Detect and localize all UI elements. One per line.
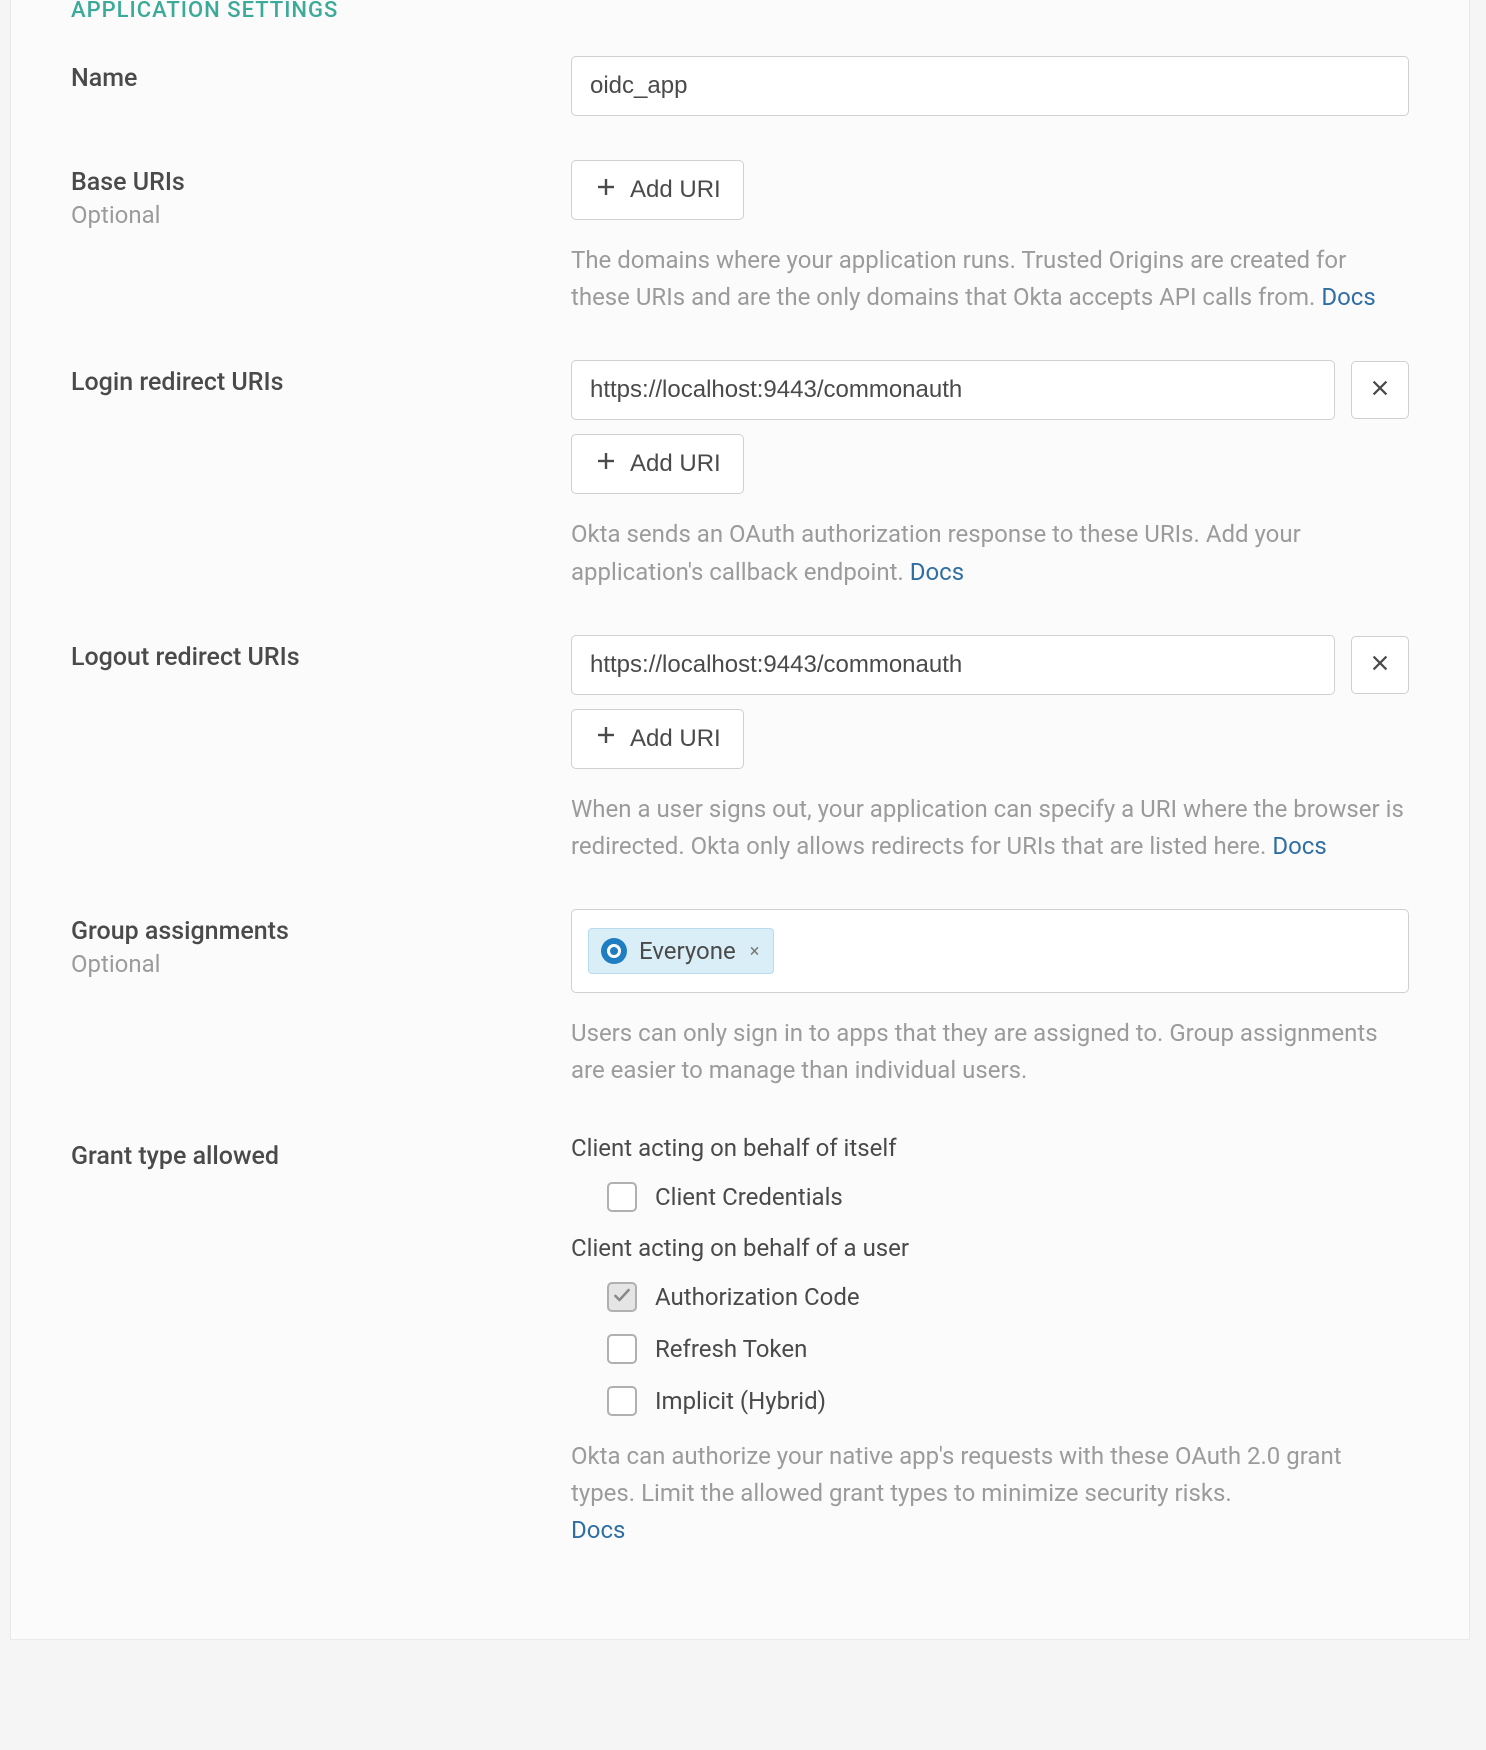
label-base-uris: Base URIs bbox=[71, 168, 571, 197]
logout-redirect-uri-row bbox=[571, 635, 1409, 695]
section-title: APPLICATION SETTINGS bbox=[71, 0, 1409, 22]
login-redirect-uri-row bbox=[571, 360, 1409, 420]
plus-icon bbox=[594, 723, 618, 754]
help-logout-redirect: When a user signs out, your application … bbox=[571, 791, 1409, 865]
name-input[interactable] bbox=[571, 56, 1409, 116]
row-grant-type: Grant type allowed Client acting on beha… bbox=[71, 1134, 1409, 1550]
row-name: Name bbox=[71, 56, 1409, 116]
check-row-implicit: Implicit (Hybrid) bbox=[607, 1386, 1409, 1416]
label-client-credentials: Client Credentials bbox=[655, 1183, 843, 1211]
group-icon bbox=[601, 938, 627, 964]
label-grant-type: Grant type allowed bbox=[71, 1142, 571, 1171]
check-row-refresh-token: Refresh Token bbox=[607, 1334, 1409, 1364]
close-icon bbox=[1369, 377, 1391, 403]
help-base-uris: The domains where your application runs.… bbox=[571, 242, 1409, 316]
label-optional: Optional bbox=[71, 201, 571, 229]
row-login-redirect: Login redirect URIs Add URI Okta sends a… bbox=[71, 360, 1409, 590]
plus-icon bbox=[594, 175, 618, 206]
login-redirect-uri-input[interactable] bbox=[571, 360, 1335, 420]
plus-icon bbox=[594, 449, 618, 480]
docs-link[interactable]: Docs bbox=[910, 558, 964, 586]
grant-self-heading: Client acting on behalf of itself bbox=[571, 1134, 1409, 1162]
help-group-assignments: Users can only sign in to apps that they… bbox=[571, 1015, 1409, 1089]
help-grant-types: Okta can authorize your native app's req… bbox=[571, 1438, 1409, 1550]
close-icon bbox=[1369, 652, 1391, 678]
docs-link[interactable]: Docs bbox=[1272, 832, 1326, 860]
group-tag-everyone: Everyone × bbox=[588, 928, 774, 974]
docs-link[interactable]: Docs bbox=[1321, 283, 1375, 311]
logout-redirect-uri-input[interactable] bbox=[571, 635, 1335, 695]
docs-link[interactable]: Docs bbox=[571, 1516, 625, 1544]
remove-logout-uri-button[interactable] bbox=[1351, 636, 1409, 694]
add-base-uri-button[interactable]: Add URI bbox=[571, 160, 744, 220]
application-settings-panel: APPLICATION SETTINGS Name Base URIs Opti… bbox=[10, 0, 1470, 1640]
add-logout-uri-button[interactable]: Add URI bbox=[571, 709, 744, 769]
label-optional: Optional bbox=[71, 950, 571, 978]
row-base-uris: Base URIs Optional Add URI The domains w… bbox=[71, 160, 1409, 316]
remove-login-uri-button[interactable] bbox=[1351, 361, 1409, 419]
check-row-client-credentials: Client Credentials bbox=[607, 1182, 1409, 1212]
label-group-assignments: Group assignments bbox=[71, 917, 571, 946]
grant-user-heading: Client acting on behalf of a user bbox=[571, 1234, 1409, 1262]
label-logout-redirect: Logout redirect URIs bbox=[71, 643, 571, 672]
checkbox-implicit[interactable] bbox=[607, 1386, 637, 1416]
add-uri-label: Add URI bbox=[630, 450, 721, 478]
group-tag-label: Everyone bbox=[639, 937, 736, 965]
checkbox-client-credentials[interactable] bbox=[607, 1182, 637, 1212]
row-logout-redirect: Logout redirect URIs Add URI When a user… bbox=[71, 635, 1409, 865]
label-login-redirect: Login redirect URIs bbox=[71, 368, 571, 397]
remove-tag-button[interactable]: × bbox=[748, 941, 762, 962]
checkbox-authorization-code[interactable] bbox=[607, 1282, 637, 1312]
add-uri-label: Add URI bbox=[630, 176, 721, 204]
label-name: Name bbox=[71, 64, 571, 93]
add-login-uri-button[interactable]: Add URI bbox=[571, 434, 744, 494]
help-login-redirect: Okta sends an OAuth authorization respon… bbox=[571, 516, 1409, 590]
label-implicit: Implicit (Hybrid) bbox=[655, 1387, 826, 1415]
check-row-authorization-code: Authorization Code bbox=[607, 1282, 1409, 1312]
check-icon bbox=[612, 1285, 632, 1309]
label-refresh-token: Refresh Token bbox=[655, 1335, 807, 1363]
checkbox-refresh-token[interactable] bbox=[607, 1334, 637, 1364]
add-uri-label: Add URI bbox=[630, 725, 721, 753]
row-group-assignments: Group assignments Optional Everyone × Us… bbox=[71, 909, 1409, 1089]
label-authorization-code: Authorization Code bbox=[655, 1283, 860, 1311]
group-assignments-input[interactable]: Everyone × bbox=[571, 909, 1409, 993]
